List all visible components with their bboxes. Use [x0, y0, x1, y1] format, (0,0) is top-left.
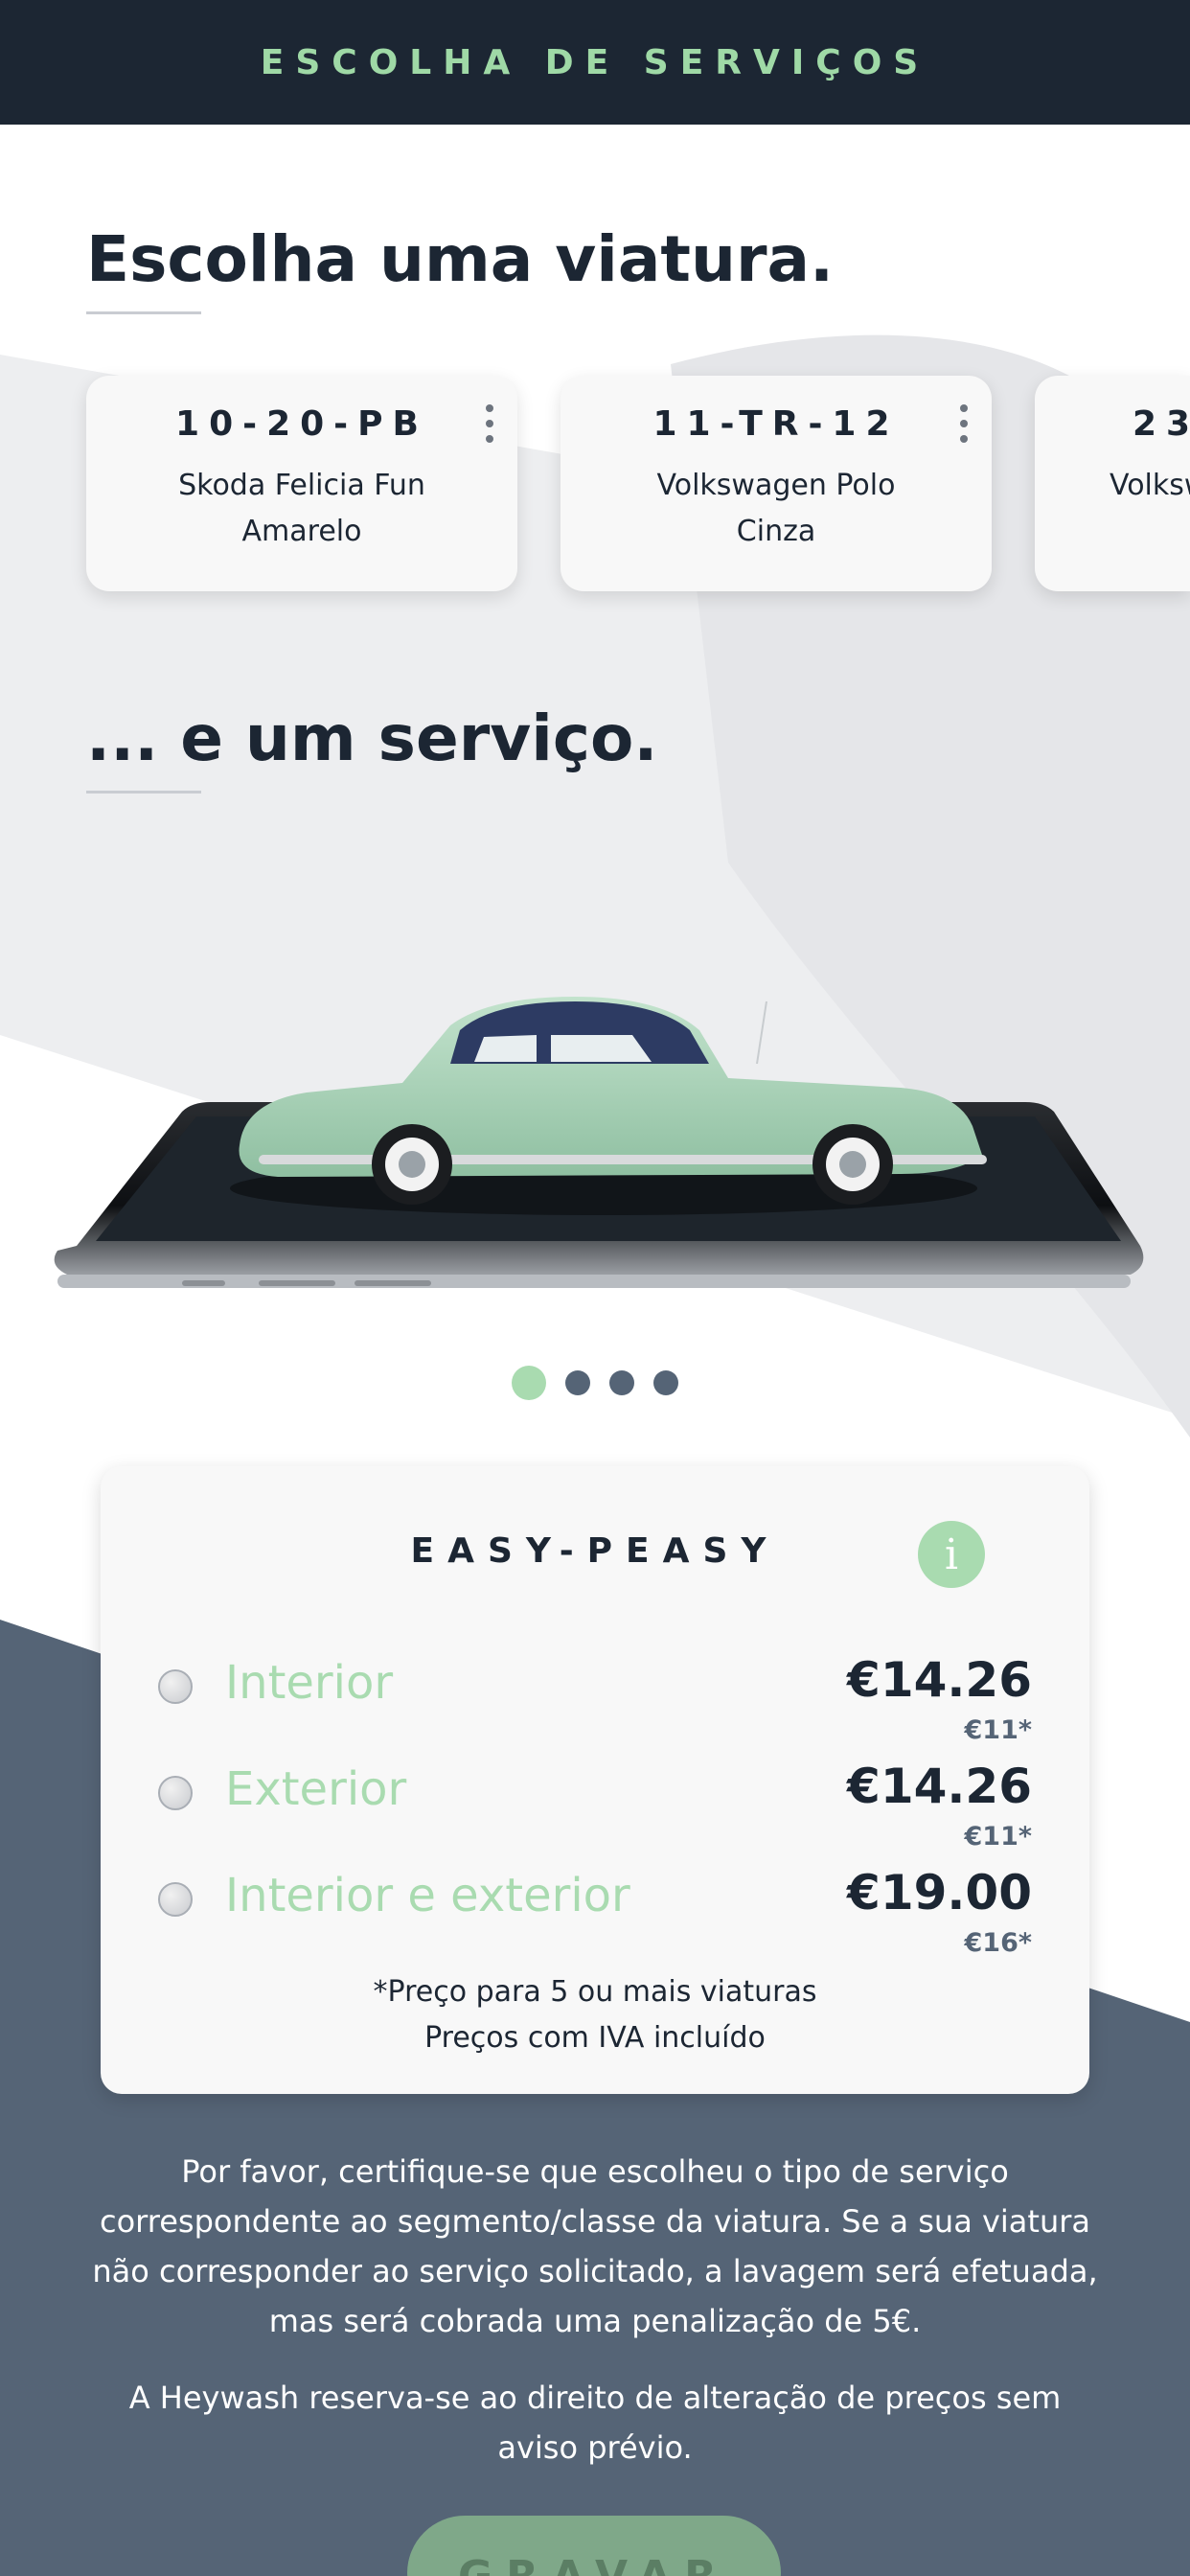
kebab-menu-icon[interactable] — [959, 404, 969, 443]
heading-underline — [86, 791, 201, 794]
service-option[interactable]: Exterior €14.26 €11* — [101, 1759, 1089, 1858]
heading-underline — [86, 311, 201, 314]
info-icon[interactable]: i — [918, 1521, 985, 1588]
service-bulk-price: €16* — [964, 1928, 1032, 1958]
service-option-label[interactable]: Interior e exterior — [225, 1869, 630, 1922]
save-button[interactable]: GRAVAR — [407, 2516, 781, 2576]
carousel-dot[interactable] — [565, 1370, 590, 1395]
top-bar: ESCOLHA DE SERVIÇOS — [0, 0, 1190, 125]
vehicle-model: Volksw — [1110, 469, 1190, 502]
carousel-dot[interactable] — [512, 1366, 546, 1400]
vehicle-plate: 11-TR-12 — [652, 404, 900, 444]
carousel-dot[interactable] — [609, 1370, 634, 1395]
price-note: *Preço para 5 ou mais viaturas Preços co… — [101, 1969, 1089, 2061]
service-price: €14.26 — [847, 1652, 1032, 1708]
radio-unchecked-icon[interactable] — [158, 1776, 193, 1810]
price-note-vat: Preços com IVA incluído — [424, 2021, 766, 2055]
service-price: €14.26 — [847, 1759, 1032, 1814]
service-option[interactable]: Interior €14.26 €11* — [101, 1652, 1089, 1752]
carousel-dot[interactable] — [653, 1370, 678, 1395]
page-title: ESCOLHA DE SERVIÇOS — [260, 42, 930, 82]
service-bulk-price: €11* — [964, 1822, 1032, 1852]
service-price: €19.00 — [847, 1865, 1032, 1920]
disclaimer-text: Por favor, certifique-se que escolheu o … — [92, 2153, 1098, 2339]
price-change-notice: A Heywash reserva-se ao direito de alter… — [128, 2380, 1062, 2466]
radio-unchecked-icon[interactable] — [158, 1669, 193, 1704]
vehicle-model: Volkswagen Polo — [656, 469, 896, 502]
vehicle-card[interactable]: 11-TR-12 Volkswagen Polo Cinza — [561, 376, 992, 591]
vehicle-color: Amarelo — [241, 515, 362, 548]
service-card: EASY-PEASY i Interior €14.26 €11* Exteri… — [101, 1466, 1089, 2094]
vehicle-plate: 10-20-PB — [175, 404, 428, 444]
radio-unchecked-icon[interactable] — [158, 1882, 193, 1917]
price-note-bulk: *Preço para 5 ou mais viaturas — [373, 1975, 817, 2009]
vehicle-model: Skoda Felicia Fun — [178, 469, 425, 502]
service-option-label[interactable]: Exterior — [225, 1762, 406, 1816]
service-section-heading: ... e um serviço. — [86, 702, 658, 775]
kebab-menu-icon[interactable] — [485, 404, 494, 443]
service-illustration — [54, 997, 1144, 1288]
service-bulk-price: €11* — [964, 1715, 1032, 1745]
vehicle-color: Cinza — [736, 515, 816, 548]
vehicle-card[interactable]: 23 Volksw — [1035, 376, 1190, 591]
service-option[interactable]: Interior e exterior €19.00 €16* — [101, 1865, 1089, 1965]
vehicle-section-heading: Escolha uma viatura. — [86, 222, 835, 296]
vehicle-plate: 23 — [1133, 404, 1190, 444]
vehicle-card[interactable]: 10-20-PB Skoda Felicia Fun Amarelo — [86, 376, 517, 591]
carousel-pagination — [0, 1366, 1190, 1400]
service-option-label[interactable]: Interior — [225, 1656, 393, 1710]
